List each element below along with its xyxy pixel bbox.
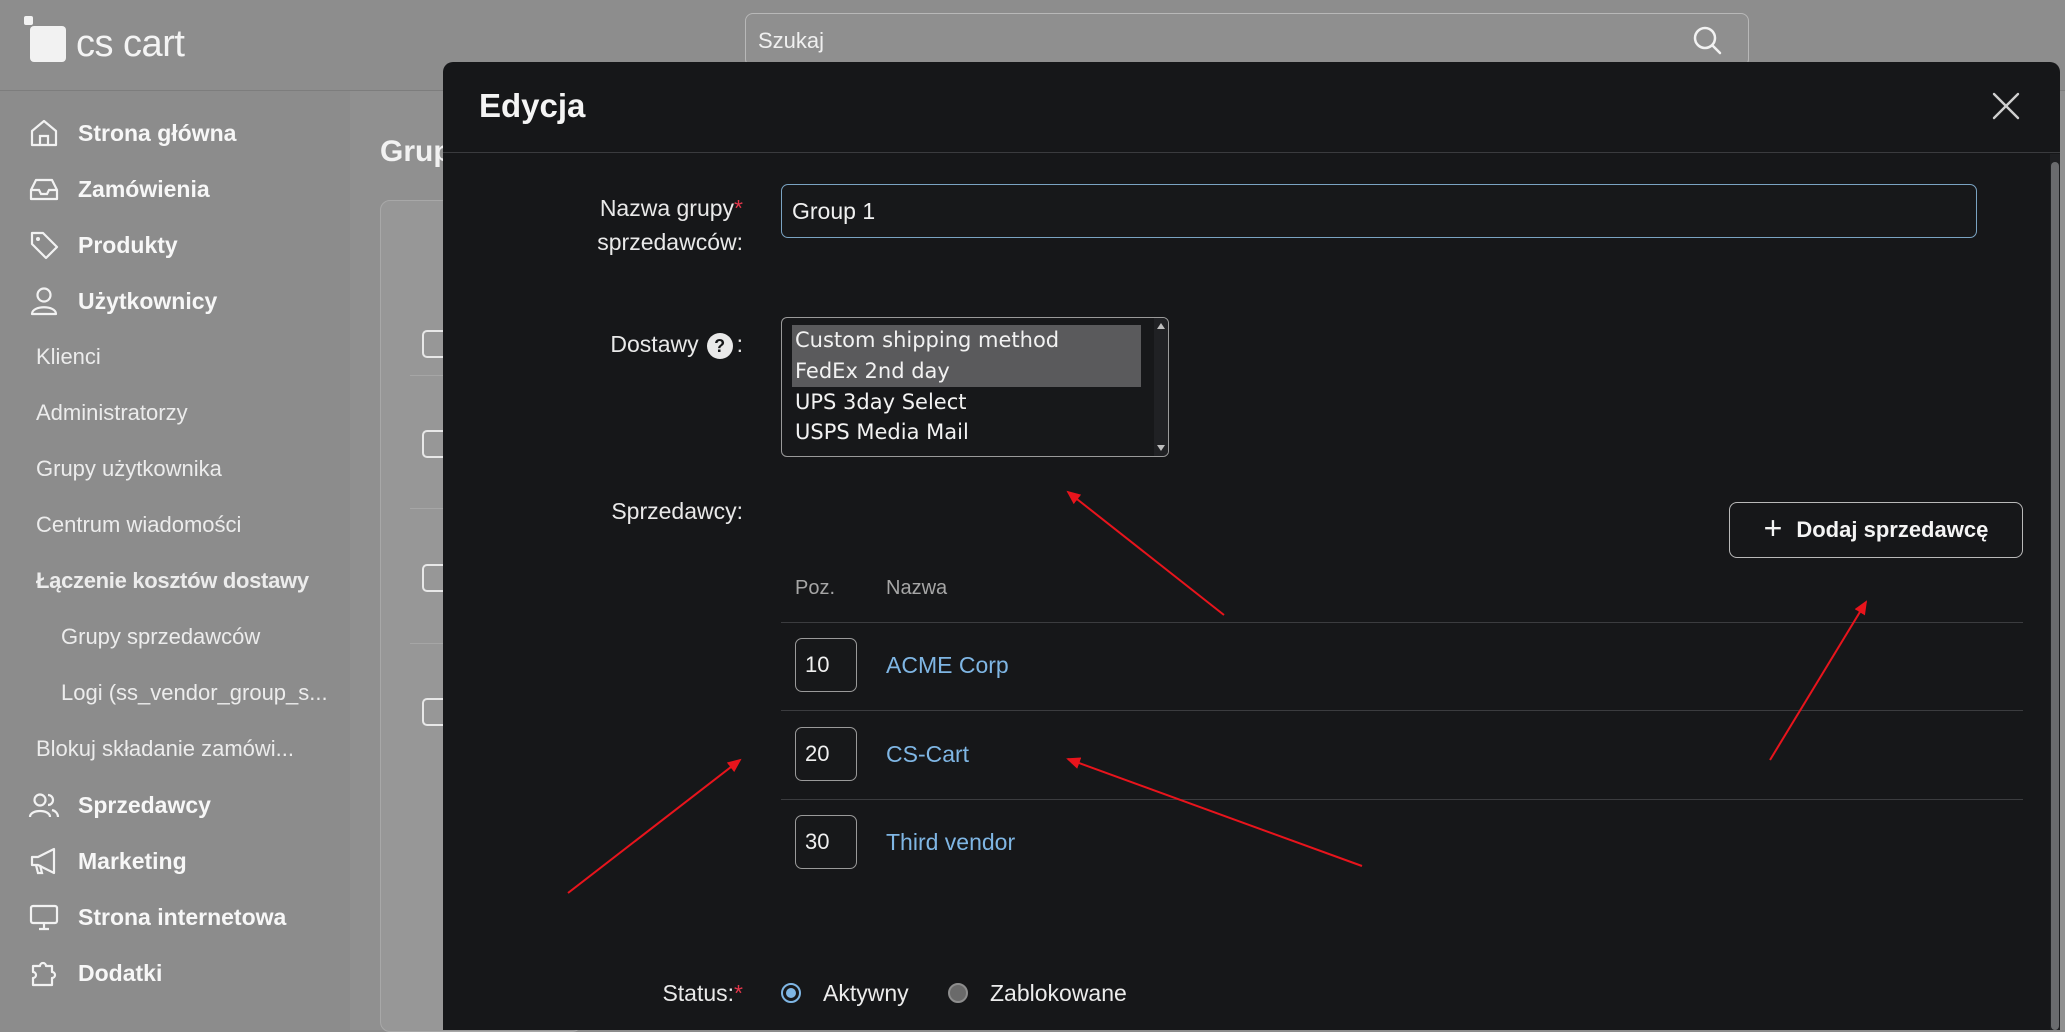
shipping-label: Dostawy?: (610, 331, 743, 359)
sidebar-item-label: Strona internetowa (78, 903, 287, 930)
sidebar-subitem-vendor-groups[interactable]: Grupy sprzedawców (61, 624, 260, 650)
table-divider (781, 710, 2023, 711)
status-label: Status:* (662, 980, 743, 1006)
help-icon[interactable]: ? (706, 332, 733, 359)
search-icon[interactable] (1692, 25, 1722, 55)
sidebar-item-label: Strona główna (78, 119, 237, 146)
inbox-icon (29, 178, 59, 201)
sidebar-item-orders[interactable]: Zamówienia (0, 165, 350, 213)
sidebar-item-label: Sprzedawcy (78, 791, 211, 818)
vendor-position-input[interactable] (795, 727, 857, 781)
modal-title: Edycja (479, 87, 586, 124)
page-title: Grup (380, 135, 452, 168)
puzzle-icon (31, 961, 57, 987)
shipping-methods-listbox[interactable]: Custom shipping method FedEx 2nd day UPS… (781, 317, 1169, 457)
add-vendor-label: Dodaj sprzedawcę (1796, 517, 1989, 542)
sidebar: Strona główna Zamówienia Produkty Użytko… (0, 91, 350, 1030)
sidebar-item-vendors[interactable]: Sprzedawcy (0, 781, 350, 829)
modal-scrollbar-thumb[interactable] (2051, 162, 2059, 1030)
sidebar-item-label: Dodatki (78, 959, 163, 986)
sidebar-item-home[interactable]: Strona główna (0, 109, 350, 157)
sidebar-item-website[interactable]: Strona internetowa (0, 893, 350, 941)
edit-modal: Edycja Nazwa grupy* sprzedawców: Dostawy… (443, 62, 2060, 1030)
monitor-icon (29, 904, 59, 931)
sidebar-item-label: Zamówienia (78, 175, 210, 202)
vendor-group-name-input[interactable] (781, 184, 1977, 238)
table-divider (781, 622, 2023, 623)
required-mark: * (734, 980, 743, 1006)
sidebar-subitem-block-orders[interactable]: Blokuj składanie zamówi... (36, 736, 294, 762)
sidebar-item-label: Produkty (78, 231, 178, 258)
user-icon (30, 287, 58, 316)
search-box (745, 13, 1749, 67)
sidebar-subitem-customers[interactable]: Klienci (36, 344, 101, 370)
vendor-link[interactable]: Third vendor (886, 829, 1015, 856)
column-header-position: Poz. (795, 577, 836, 599)
megaphone-icon (30, 847, 56, 875)
plus-icon: + (1763, 510, 1783, 546)
shipping-option[interactable]: USPS Media Mail (792, 417, 1141, 448)
add-vendor-button[interactable]: + Dodaj sprzedawcę (1729, 502, 2023, 558)
sidebar-subitem-shipping-merge[interactable]: Łączenie kosztów dostawy (36, 568, 309, 594)
shipping-option[interactable]: FedEx 2nd day (792, 356, 1141, 387)
sidebar-subitem-user-groups[interactable]: Grupy użytkownika (36, 456, 222, 482)
sidebar-subitem-administrators[interactable]: Administratorzy (36, 400, 188, 426)
shipping-option[interactable]: UPS 3day Select (792, 387, 1141, 418)
sidebar-item-label: Marketing (78, 847, 187, 874)
logo-mark-icon (24, 16, 66, 62)
search-input[interactable] (756, 25, 1660, 57)
tag-icon (30, 231, 59, 260)
sidebar-item-users[interactable]: Użytkownicy (0, 277, 350, 325)
users-icon (28, 793, 60, 818)
vendor-link[interactable]: CS-Cart (886, 741, 969, 768)
status-active-radio[interactable] (781, 983, 801, 1003)
scroll-down-icon[interactable] (1157, 445, 1165, 451)
vendors-label: Sprzedawcy: (611, 498, 743, 524)
sidebar-item-marketing[interactable]: Marketing (0, 837, 350, 885)
modal-header: Edycja (443, 62, 2060, 153)
status-active-label[interactable]: Aktywny (823, 980, 909, 1007)
home-icon (30, 119, 58, 147)
sidebar-item-label: Użytkownicy (78, 287, 218, 314)
logo-text: cs cart (76, 22, 185, 65)
status-disabled-radio[interactable] (948, 983, 968, 1003)
vendor-link[interactable]: ACME Corp (886, 652, 1009, 679)
required-mark: * (734, 195, 743, 221)
shipping-option[interactable]: Custom shipping method (792, 325, 1141, 356)
cs-cart-logo[interactable]: cs cart (24, 16, 185, 66)
table-divider (781, 799, 2023, 800)
vendor-position-input[interactable] (795, 815, 857, 869)
scroll-up-icon[interactable] (1157, 323, 1165, 329)
sidebar-item-products[interactable]: Produkty (0, 221, 350, 269)
status-disabled-label[interactable]: Zablokowane (990, 980, 1127, 1007)
sidebar-subitem-logs[interactable]: Logi (ss_vendor_group_s... (61, 680, 328, 706)
sidebar-item-addons[interactable]: Dodatki (0, 949, 350, 997)
vendor-position-input[interactable] (795, 638, 857, 692)
column-header-name: Nazwa (886, 577, 948, 599)
listbox-scrollbar[interactable] (1154, 318, 1168, 456)
vendor-group-name-label: Nazwa grupy* sprzedawców: (597, 195, 743, 255)
close-icon[interactable] (1990, 90, 2022, 122)
sidebar-subitem-message-center[interactable]: Centrum wiadomości (36, 512, 241, 538)
